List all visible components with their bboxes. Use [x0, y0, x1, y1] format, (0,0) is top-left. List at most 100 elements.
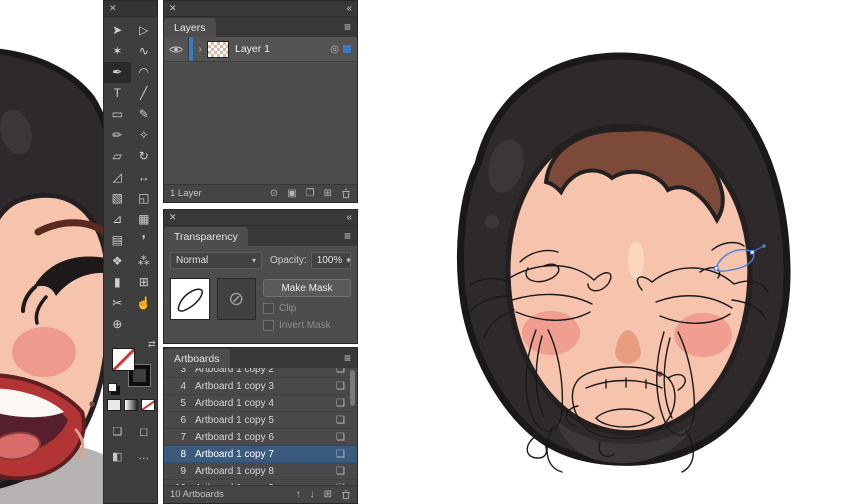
- make-mask-button[interactable]: Make Mask: [263, 279, 351, 297]
- slice-tool[interactable]: ✂: [104, 293, 131, 314]
- pen-handle-dot[interactable]: [762, 244, 766, 248]
- default-fill-stroke-icon[interactable]: [107, 383, 117, 392]
- layer-thumbnail[interactable]: [207, 40, 229, 58]
- trash-icon[interactable]: [341, 188, 351, 199]
- artboard-tool[interactable]: ⊞: [131, 272, 158, 293]
- locate-object-icon[interactable]: ⊙: [270, 188, 278, 199]
- gradient-tool[interactable]: ▤: [104, 230, 131, 251]
- tab-artboards[interactable]: Artboards: [164, 349, 230, 368]
- direct-selection-tool[interactable]: ▷: [131, 20, 158, 41]
- draw-mode-icon[interactable]: ❏: [112, 425, 122, 438]
- artboard-page-icon[interactable]: ❏: [336, 449, 345, 460]
- mask-thumbnail[interactable]: ⊘: [216, 278, 256, 320]
- curvature-tool[interactable]: ◠: [131, 62, 158, 83]
- checkbox-box[interactable]: [263, 303, 274, 314]
- artboard-row[interactable]: 6 Artboard 1 copy 5 ❏: [164, 412, 357, 429]
- rotate-tool[interactable]: ↻: [131, 146, 158, 167]
- artboard-page-icon[interactable]: ❏: [336, 415, 345, 426]
- expand-arrow-icon[interactable]: ›: [193, 44, 207, 55]
- trash-icon[interactable]: [341, 489, 351, 500]
- paintbrush-tool[interactable]: ✎: [131, 104, 158, 125]
- gradient-button[interactable]: [123, 399, 138, 411]
- perspective-grid-tool[interactable]: ⊿: [104, 209, 131, 230]
- free-transform-tool[interactable]: ▧: [104, 188, 131, 209]
- pen-tool[interactable]: ✒: [104, 62, 131, 83]
- layer-row[interactable]: › Layer 1 ◎: [164, 37, 357, 62]
- close-icon[interactable]: ✕: [169, 210, 177, 225]
- opacity-input[interactable]: 100% ▾: [310, 252, 351, 269]
- visibility-toggle[interactable]: [164, 37, 189, 61]
- scale-tool[interactable]: ◿: [104, 167, 131, 188]
- panel-menu-icon[interactable]: ≡: [344, 17, 357, 37]
- scrollbar-thumb[interactable]: [350, 370, 355, 406]
- artboard-page-icon[interactable]: ❏: [336, 466, 345, 477]
- artboard-row[interactable]: 4 Artboard 1 copy 3 ❏: [164, 378, 357, 395]
- artboard-name[interactable]: Artboard 1 copy 7: [195, 449, 336, 460]
- rectangle-tool[interactable]: ▭: [104, 104, 131, 125]
- invert-mask-checkbox[interactable]: Invert Mask: [263, 320, 351, 331]
- pencil-tool[interactable]: ✏: [104, 125, 131, 146]
- panel-menu-icon[interactable]: ≡: [344, 226, 357, 246]
- artboard-name[interactable]: Artboard 1 copy 2: [195, 368, 336, 375]
- column-graph-tool[interactable]: ▮: [104, 272, 131, 293]
- mesh-tool[interactable]: ▦: [131, 209, 158, 230]
- artboard-row[interactable]: 5 Artboard 1 copy 4 ❏: [164, 395, 357, 412]
- edit-toolbar-icon[interactable]: …: [138, 450, 149, 463]
- collapse-icon[interactable]: «: [346, 1, 352, 16]
- artboard-page-icon[interactable]: ❏: [336, 432, 345, 443]
- target-icon[interactable]: ◎: [330, 44, 339, 55]
- object-thumbnail[interactable]: [170, 278, 210, 320]
- blend-tool[interactable]: ❖: [104, 251, 131, 272]
- tab-layers[interactable]: Layers: [164, 18, 216, 37]
- artboard-row[interactable]: 7 Artboard 1 copy 6 ❏: [164, 429, 357, 446]
- selection-tool[interactable]: ➤: [104, 20, 131, 41]
- artboard-row[interactable]: 3 Artboard 1 copy 2 ❏: [164, 368, 357, 378]
- panel-options-arrow[interactable]: ›: [347, 254, 351, 266]
- main-artwork[interactable]: [456, 52, 791, 473]
- eyedropper-tool[interactable]: ❜: [131, 230, 158, 251]
- blend-mode-select[interactable]: Normal ▾: [170, 252, 262, 269]
- swap-fill-stroke-icon[interactable]: ⇄: [148, 339, 156, 350]
- lasso-tool[interactable]: ∿: [131, 41, 158, 62]
- new-sublayer-icon[interactable]: ❐: [306, 188, 315, 199]
- new-artboard-icon[interactable]: ⊞: [324, 489, 332, 500]
- draw-inside-icon[interactable]: ◻: [139, 425, 148, 438]
- width-tool[interactable]: ↔: [131, 167, 158, 188]
- artboard-page-icon[interactable]: ❏: [336, 398, 345, 409]
- color-button[interactable]: [106, 399, 121, 411]
- artboard-page-icon[interactable]: ❏: [336, 368, 345, 375]
- line-segment-tool[interactable]: ╱: [131, 83, 158, 104]
- artboard-name[interactable]: Artboard 1 copy 3: [195, 381, 336, 392]
- collapse-icon[interactable]: «: [346, 210, 352, 225]
- artboard-name[interactable]: Artboard 1 copy 8: [195, 466, 336, 477]
- type-tool[interactable]: T: [104, 83, 131, 104]
- none-button[interactable]: [140, 399, 155, 411]
- selected-art-indicator[interactable]: [343, 45, 351, 53]
- make-clipping-mask-icon[interactable]: ▣: [287, 188, 296, 199]
- artboard-name[interactable]: Artboard 1 copy 6: [195, 432, 336, 443]
- magic-wand-tool[interactable]: ✶: [104, 41, 131, 62]
- clip-checkbox[interactable]: Clip: [263, 303, 351, 314]
- artboard-row[interactable]: 9 Artboard 1 copy 8 ❏: [164, 463, 357, 480]
- close-icon[interactable]: ✕: [169, 1, 177, 16]
- move-up-icon[interactable]: ↑: [296, 489, 301, 500]
- tab-transparency[interactable]: Transparency: [164, 227, 248, 246]
- new-layer-icon[interactable]: ⊞: [324, 188, 332, 199]
- zoom-tool[interactable]: ⊕: [104, 314, 131, 335]
- artboard-name[interactable]: Artboard 1 copy 4: [195, 398, 336, 409]
- shaper-tool[interactable]: ✧: [131, 125, 158, 146]
- hand-tool[interactable]: ☝: [131, 293, 158, 314]
- move-down-icon[interactable]: ↓: [310, 489, 315, 500]
- checkbox-box[interactable]: [263, 320, 274, 331]
- artboard-name[interactable]: Artboard 1 copy 5: [195, 415, 336, 426]
- pen-anchor-point[interactable]: [750, 250, 755, 255]
- artboard-row-selected[interactable]: 8 Artboard 1 copy 7 ❏: [164, 446, 357, 463]
- panel-menu-icon[interactable]: ≡: [344, 348, 357, 368]
- pen-anchor-point[interactable]: [714, 266, 719, 271]
- eraser-tool[interactable]: ▱: [104, 146, 131, 167]
- layer-name[interactable]: Layer 1: [235, 43, 330, 55]
- artboard-page-icon[interactable]: ❏: [336, 381, 345, 392]
- close-icon[interactable]: ✕: [109, 3, 117, 13]
- shape-builder-tool[interactable]: ◱: [131, 188, 158, 209]
- symbol-sprayer-tool[interactable]: ⁂: [131, 251, 158, 272]
